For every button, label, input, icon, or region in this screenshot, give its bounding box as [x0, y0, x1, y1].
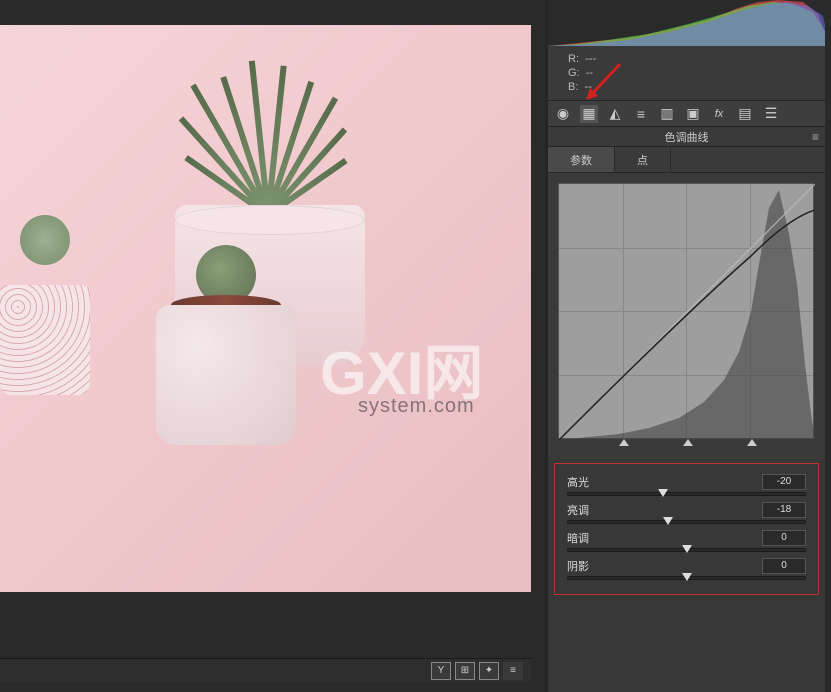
- pot-textured: [156, 305, 296, 445]
- sub-tab-spacer: [671, 147, 825, 172]
- darks-label: 暗调: [567, 530, 589, 546]
- panel-title-bar: 色调曲线 ≡: [548, 127, 825, 147]
- lights-track[interactable]: [567, 520, 806, 524]
- sub-tab-parametric[interactable]: 参数: [548, 147, 615, 172]
- tab-calibrate-icon[interactable]: ▤: [736, 105, 754, 123]
- watermark-sub: system.com: [358, 395, 475, 418]
- pot-dotted: [0, 285, 90, 395]
- r-value: ---: [585, 53, 596, 65]
- image-viewport: GXI网 system.com Y ⊞ ✦ ≡: [0, 0, 531, 692]
- curve-editor: [548, 173, 825, 459]
- marker-midtones[interactable]: [683, 439, 693, 446]
- slider-highlights: 高光 -20: [567, 474, 806, 496]
- plant-round-cactus: [156, 245, 296, 445]
- curve-area[interactable]: [558, 183, 814, 439]
- shadows-value[interactable]: 0: [762, 558, 806, 574]
- canvas-image[interactable]: GXI网 system.com: [0, 25, 531, 592]
- aloe-leaves: [195, 55, 355, 215]
- shadows-thumb[interactable]: [682, 573, 692, 581]
- tab-split-icon[interactable]: ▥: [658, 105, 676, 123]
- lights-value[interactable]: -18: [762, 502, 806, 518]
- tab-hsl-icon[interactable]: ≡: [632, 105, 650, 123]
- toolbar-btn-y[interactable]: Y: [431, 662, 451, 680]
- shadows-label: 阴影: [567, 558, 589, 574]
- b-label: B:: [568, 81, 578, 93]
- tab-basic-icon[interactable]: ◉: [554, 105, 572, 123]
- sub-tab-point[interactable]: 点: [615, 147, 671, 172]
- curve-svg: [559, 184, 815, 440]
- panel-menu-icon[interactable]: ≡: [812, 130, 819, 144]
- toolbar-btn-star[interactable]: ✦: [479, 662, 499, 680]
- toolbar-btn-grid[interactable]: ⊞: [455, 662, 475, 680]
- slider-darks: 暗调 0: [567, 530, 806, 552]
- rgb-readout: R: --- G: -- B: --: [548, 46, 825, 101]
- marker-highlights[interactable]: [747, 439, 757, 446]
- panel-title: 色调曲线: [665, 129, 709, 145]
- viewport-bottom-toolbar: Y ⊞ ✦ ≡: [0, 658, 531, 682]
- slider-lights: 亮调 -18: [567, 502, 806, 524]
- tab-detail-icon[interactable]: ◭: [606, 105, 624, 123]
- histogram-top[interactable]: [548, 0, 825, 46]
- marker-shadows[interactable]: [619, 439, 629, 446]
- highlights-track[interactable]: [567, 492, 806, 496]
- tab-presets-icon[interactable]: ☰: [762, 105, 780, 123]
- tab-tone-curve-icon[interactable]: ▦: [580, 105, 598, 123]
- b-value: --: [585, 81, 592, 93]
- highlights-value[interactable]: -20: [762, 474, 806, 490]
- toolbar-btn-settings[interactable]: ≡: [503, 662, 523, 680]
- g-value: --: [586, 67, 593, 79]
- histogram-svg: [548, 0, 825, 46]
- g-label: G:: [568, 67, 580, 79]
- highlights-thumb[interactable]: [658, 489, 668, 497]
- lights-thumb[interactable]: [663, 517, 673, 525]
- slider-shadows: 阴影 0: [567, 558, 806, 580]
- darks-value[interactable]: 0: [762, 530, 806, 546]
- highlights-label: 高光: [567, 474, 589, 490]
- curve-sub-tabs: 参数 点: [548, 147, 825, 173]
- lights-label: 亮调: [567, 502, 589, 518]
- right-panel: R: --- G: -- B: -- ◉ ▦ ◭ ≡ ▥ ▣ fx ▤ ☰ 色调…: [545, 0, 825, 692]
- r-label: R:: [568, 53, 579, 65]
- parametric-sliders-box: 高光 -20 亮调 -18 暗调 0: [554, 463, 819, 595]
- shadows-track[interactable]: [567, 576, 806, 580]
- cactus-small-left: [20, 215, 70, 265]
- tool-tabs-strip: ◉ ▦ ◭ ≡ ▥ ▣ fx ▤ ☰: [548, 101, 825, 127]
- curve-range-markers: [558, 439, 815, 449]
- darks-track[interactable]: [567, 548, 806, 552]
- tab-fx-icon[interactable]: fx: [710, 105, 728, 123]
- darks-thumb[interactable]: [682, 545, 692, 553]
- tab-lens-icon[interactable]: ▣: [684, 105, 702, 123]
- plant-small-cactus-left: [0, 215, 90, 395]
